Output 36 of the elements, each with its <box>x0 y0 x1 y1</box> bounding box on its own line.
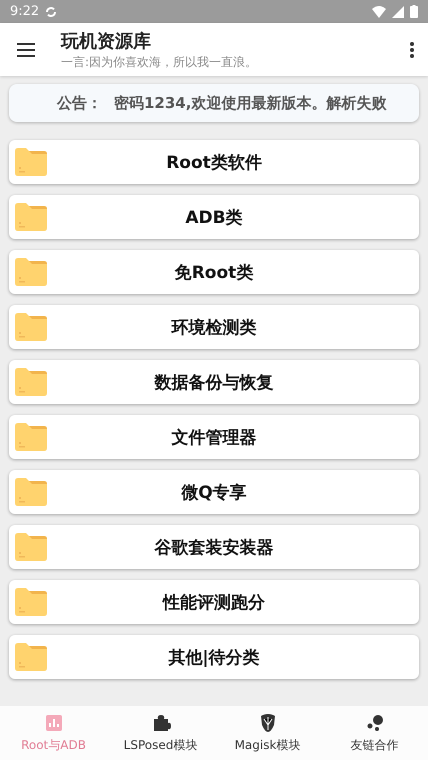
app-title: 玩机资源库 <box>61 30 152 52</box>
menu-icon[interactable] <box>17 42 35 56</box>
sync-icon <box>45 6 58 18</box>
category-item[interactable]: 文件管理器 <box>9 415 419 459</box>
bar-chart-icon <box>44 712 64 732</box>
dots-icon <box>364 712 384 732</box>
folder-icon <box>15 643 47 671</box>
category-item[interactable]: 微Q专享 <box>9 470 419 514</box>
category-item[interactable]: 谷歌套装安装器 <box>9 525 419 569</box>
app-subtitle: 一言:因为你喜欢海，所以我一直浪。 <box>61 54 258 70</box>
signal-icon <box>392 6 404 18</box>
category-item[interactable]: 环境检测类 <box>9 305 419 349</box>
more-options-icon[interactable] <box>410 42 414 58</box>
folder-icon <box>15 313 47 341</box>
battery-icon <box>410 5 418 18</box>
nav-tab[interactable]: LSPosed模块 <box>107 706 214 760</box>
wifi-icon <box>372 6 386 18</box>
notice-label: 公告： <box>57 94 102 112</box>
folder-icon <box>15 588 47 616</box>
folder-icon <box>15 368 47 396</box>
nav-tab[interactable]: Magisk模块 <box>214 706 321 760</box>
category-item[interactable]: 其他|待分类 <box>9 635 419 679</box>
folder-icon <box>15 478 47 506</box>
category-item[interactable]: ADB类 <box>9 195 419 239</box>
folder-icon <box>15 533 47 561</box>
category-item[interactable]: 性能评测跑分 <box>9 580 419 624</box>
nav-tab[interactable]: 友链合作 <box>321 706 428 760</box>
folder-icon <box>15 148 47 176</box>
folder-icon <box>15 423 47 451</box>
status-time: 9:22 <box>10 4 40 19</box>
notice-text: 密码1234,欢迎使用最新版本。解析失败 <box>114 94 386 112</box>
category-item[interactable]: 免Root类 <box>9 250 419 294</box>
category-item[interactable]: 数据备份与恢复 <box>9 360 419 404</box>
folder-icon <box>15 258 47 286</box>
category-item[interactable]: Root类软件 <box>9 140 419 184</box>
folder-icon <box>15 203 47 231</box>
